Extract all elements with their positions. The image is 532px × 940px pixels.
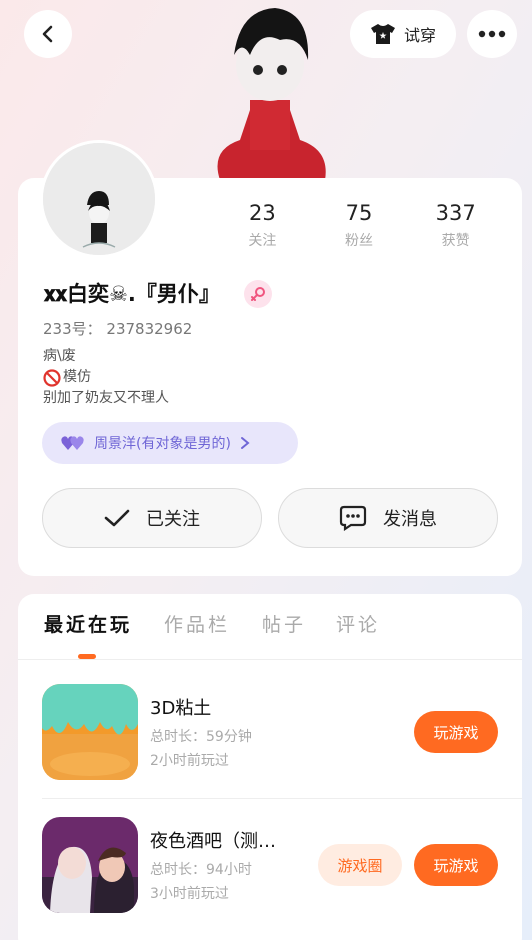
tshirt-icon [370, 24, 395, 44]
likes-count: 337 [435, 201, 476, 225]
tab-bar: 最近在玩 作品栏 帖子 评论 [18, 594, 522, 660]
relationship-tag-label: 周景洋(有对象是男的) [94, 436, 231, 452]
followers-label: 粉丝 [345, 233, 373, 249]
list-item[interactable]: 3D粘土 总时长：59分钟 2小时前玩过 玩游戏 [42, 684, 498, 784]
play-game-button[interactable]: 玩游戏 [414, 844, 498, 886]
stat-likes[interactable]: 337 获赞 [407, 200, 504, 250]
back-button[interactable] [24, 10, 72, 58]
following-button-label: 已关注 [146, 509, 200, 530]
prohibited-icon [43, 368, 61, 387]
send-message-button[interactable]: 发消息 [278, 488, 498, 548]
uid-label: 233号： [43, 320, 102, 338]
chevron-right-icon [240, 437, 250, 449]
game-last-played: 2小时前玩过 [150, 753, 229, 769]
stat-followers[interactable]: 75 粉丝 [311, 200, 408, 250]
bio-line-3: 别加了奶友又不理人 [43, 390, 169, 406]
following-button[interactable]: 已关注 [42, 488, 262, 548]
play-game-button[interactable]: 玩游戏 [414, 711, 498, 753]
double-heart-icon [61, 436, 84, 450]
row-divider [42, 798, 522, 799]
more-dots-icon [478, 30, 506, 38]
followers-count: 75 [345, 201, 373, 225]
checkmark-icon [104, 509, 130, 527]
female-gender-icon [251, 287, 265, 301]
username: 𝐱𝐱白奕☠.『男仆』 [44, 282, 220, 306]
likes-label: 获赞 [441, 233, 470, 249]
bio-line-2: 模仿 [63, 369, 91, 385]
tab-recently-played[interactable]: 最近在玩 [44, 610, 132, 637]
try-on-button[interactable]: 试穿 [350, 10, 456, 58]
game-title: 3D粘土 [150, 698, 212, 719]
relationship-tag[interactable]: 周景洋(有对象是男的) [42, 422, 298, 464]
chat-bubble-icon [339, 505, 367, 531]
following-count: 23 [248, 201, 276, 225]
profile-stats: 23 关注 75 粉丝 337 获赞 [214, 200, 504, 250]
game-icon-3d-clay[interactable] [42, 684, 138, 780]
game-icon-night-bar[interactable] [42, 817, 138, 913]
game-last-played: 3小时前玩过 [150, 886, 229, 902]
game-title: 夜色酒吧（测… [150, 831, 276, 852]
more-options-button[interactable] [467, 10, 517, 58]
game-duration: 总时长：59分钟 [150, 729, 252, 745]
stat-following[interactable]: 23 关注 [214, 200, 311, 250]
tab-posts[interactable]: 帖子 [262, 610, 306, 637]
game-circle-button[interactable]: 游戏圈 [318, 844, 402, 886]
bio-line-1: 病\废 [43, 348, 76, 364]
tab-works[interactable]: 作品栏 [164, 610, 230, 637]
gender-badge [244, 280, 272, 308]
bio: 病\废 模仿 别加了奶友又不理人 [43, 346, 169, 409]
avatar[interactable] [40, 140, 158, 258]
game-duration: 总时长：94小时 [150, 862, 252, 878]
avatar-3d-figure[interactable] [200, 0, 340, 180]
chevron-left-icon [42, 25, 53, 43]
tab-comments[interactable]: 评论 [336, 610, 380, 637]
user-id: 233号： 237832962 [43, 318, 192, 339]
uid-value: 237832962 [106, 320, 193, 338]
active-tab-indicator [78, 654, 96, 659]
following-label: 关注 [248, 233, 277, 249]
try-on-label: 试穿 [403, 26, 436, 45]
send-message-label: 发消息 [383, 509, 437, 530]
list-item[interactable]: 夜色酒吧（测… 总时长：94小时 3小时前玩过 游戏圈 玩游戏 [42, 817, 498, 917]
